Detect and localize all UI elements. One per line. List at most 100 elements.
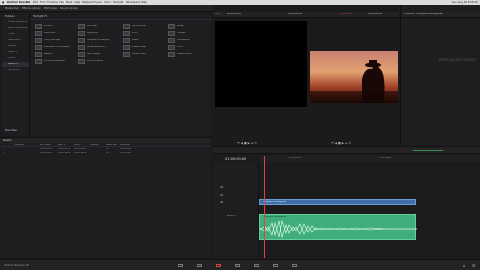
- edit-index-button[interactable]: Edit Index: [44, 7, 57, 10]
- effect-item[interactable]: Vocal Channel: [78, 58, 116, 64]
- tree-item[interactable]: Effects: [8, 45, 16, 48]
- stop-square-icon[interactable]: ■: [338, 141, 341, 145]
- page-cut-icon[interactable]: [197, 263, 202, 267]
- track-label-v2: V2: [220, 186, 224, 189]
- menu-mark[interactable]: Mark: [66, 1, 72, 4]
- effect-item[interactable]: Noise Reduction: [78, 44, 116, 50]
- menu-clip[interactable]: Clip: [59, 1, 64, 4]
- next-frame-icon[interactable]: ⏭: [345, 141, 348, 145]
- stop-icon[interactable]: ◀: [241, 141, 243, 145]
- menu-timeline[interactable]: Timeline: [47, 1, 58, 4]
- menu-trim[interactable]: Trim: [40, 1, 46, 4]
- effect-item[interactable]: Stereo Fixer: [123, 51, 161, 57]
- column-header[interactable]: Start TC: [58, 144, 66, 146]
- effects-list-panel: Fairlight FX Chorus Distortion Foley Sam…: [29, 13, 212, 136]
- page-color-icon[interactable]: [254, 263, 259, 267]
- end-timecode: 01:00:00:00: [368, 13, 383, 16]
- menu-fairlight[interactable]: Fairlight: [113, 1, 123, 4]
- column-header[interactable]: Clip Name: [14, 144, 24, 146]
- tree-item[interactable]: Titles: [8, 33, 14, 36]
- effect-item[interactable]: Meter: [123, 37, 161, 43]
- effect-item[interactable]: Reverb: [35, 51, 73, 57]
- loop-icon[interactable]: ↻: [255, 141, 258, 145]
- column-header[interactable]: Duration: [90, 144, 99, 146]
- prev-frame-icon[interactable]: ⏮: [237, 141, 240, 145]
- timeline-name[interactable]: Timeline 1: [340, 13, 352, 16]
- effect-item[interactable]: Phase Meter: [123, 44, 161, 50]
- play-icon[interactable]: ▶: [248, 141, 250, 145]
- zoom-slider[interactable]: [413, 149, 443, 151]
- source-viewer[interactable]: [215, 21, 307, 107]
- page-media-icon[interactable]: [178, 263, 183, 267]
- effect-item[interactable]: De-Hummer: [123, 23, 161, 29]
- effect-item[interactable]: Pitch: [168, 44, 208, 50]
- column-header[interactable]: End TC: [74, 144, 81, 146]
- effect-item[interactable]: Soft Clipper: [78, 51, 116, 57]
- menu-view[interactable]: View: [74, 1, 80, 4]
- tree-item[interactable]: Video Transitions: [8, 21, 27, 24]
- menu-help[interactable]: Help: [141, 1, 147, 4]
- play-icon[interactable]: ▶: [342, 141, 344, 145]
- menu-fusion[interactable]: Fusion: [94, 1, 102, 4]
- column-header[interactable]: Frame Rate: [106, 144, 117, 146]
- tree-item[interactable]: Generators: [8, 39, 21, 42]
- effect-item[interactable]: Foley Sampler: [35, 37, 73, 43]
- timeline-ruler[interactable]: 01:00:00:00 01:00:08:00: [259, 156, 480, 162]
- tree-item[interactable]: Filters: [8, 57, 15, 60]
- effect-item[interactable]: Modulation: [168, 37, 208, 43]
- column-header[interactable]: Resolution: [120, 144, 130, 146]
- stop-square-icon[interactable]: ■: [244, 141, 247, 145]
- effect-item[interactable]: Delay: [168, 23, 208, 29]
- sound-library-button[interactable]: Sound Library: [60, 7, 78, 10]
- loop-icon[interactable]: ↻: [349, 141, 352, 145]
- menu-file[interactable]: File: [26, 1, 30, 4]
- tree-item[interactable]: Audio Transitions: [8, 27, 28, 30]
- audio-track-name[interactable]: Audio 1: [227, 215, 236, 218]
- menu-workspace[interactable]: Workspace: [126, 1, 140, 4]
- page-fairlight-icon[interactable]: [273, 263, 278, 267]
- effect-thumbnail: [35, 23, 42, 29]
- effect-item[interactable]: Stereo Width: [168, 51, 208, 57]
- effect-item[interactable]: Echo: [123, 30, 161, 36]
- effect-item[interactable]: Dynamics: [78, 30, 116, 36]
- effect-thumbnail: [78, 37, 85, 43]
- effect-item[interactable]: Multiband Compressor: [35, 44, 73, 50]
- page-fusion-icon[interactable]: [235, 263, 240, 267]
- menu-playback[interactable]: Playback: [82, 1, 94, 4]
- table-row[interactable]: 2 00:00:00:00 00:00:38:18 00:00:38:18 24…: [0, 152, 211, 156]
- effect-item[interactable]: Chorus: [35, 23, 73, 29]
- effect-item[interactable]: Distortion: [35, 30, 73, 36]
- page-edit-icon[interactable]: [216, 263, 221, 267]
- effect-thumbnail: [168, 51, 175, 57]
- audio-clip[interactable]: Composite Settings.aaf: [259, 214, 417, 240]
- effect-item[interactable]: De-Esser: [78, 23, 116, 29]
- effect-thumbnail: [78, 51, 85, 57]
- effects-library-button[interactable]: Effects Library: [22, 7, 41, 10]
- favorites-header[interactable]: Favorites: [5, 129, 17, 132]
- video-clip[interactable]: Composite Settings.aaf: [259, 199, 416, 205]
- tree-item[interactable]: FairlightFX: [8, 69, 20, 72]
- settings-gear-icon[interactable]: ⚙: [472, 263, 476, 268]
- effect-item[interactable]: Frequency Analyzer: [78, 37, 116, 43]
- media-pool-button[interactable]: Media Pool: [5, 7, 19, 10]
- home-icon[interactable]: ⌂: [463, 263, 466, 268]
- zoom-level[interactable]: 53%: [215, 13, 220, 16]
- effect-item[interactable]: Flanger: [168, 30, 208, 36]
- menu-edit[interactable]: Edit: [33, 1, 38, 4]
- column-header[interactable]: Reel Name: [40, 144, 51, 146]
- page-deliver-icon[interactable]: [292, 263, 297, 267]
- playhead[interactable]: [264, 156, 265, 258]
- menu-color[interactable]: Color: [104, 1, 111, 4]
- prev-frame-icon[interactable]: ⏮: [331, 141, 334, 145]
- effect-thumbnail: [78, 23, 85, 29]
- toolbox-header[interactable]: Toolbox: [5, 15, 15, 18]
- effect-thumbnail: [78, 58, 85, 64]
- effect-thumbnail: [35, 58, 42, 64]
- tree-item[interactable]: Open FX: [8, 51, 18, 54]
- tree-item-selected[interactable]: Audio FX: [8, 63, 18, 66]
- stop-icon[interactable]: ◀: [335, 141, 337, 145]
- timeline-viewer-frame[interactable]: [310, 51, 398, 103]
- next-frame-icon[interactable]: ⏭: [251, 141, 254, 145]
- effect-item[interactable]: Surround Analyzer: [35, 58, 73, 64]
- apple-icon[interactable]: ●: [2, 1, 4, 4]
